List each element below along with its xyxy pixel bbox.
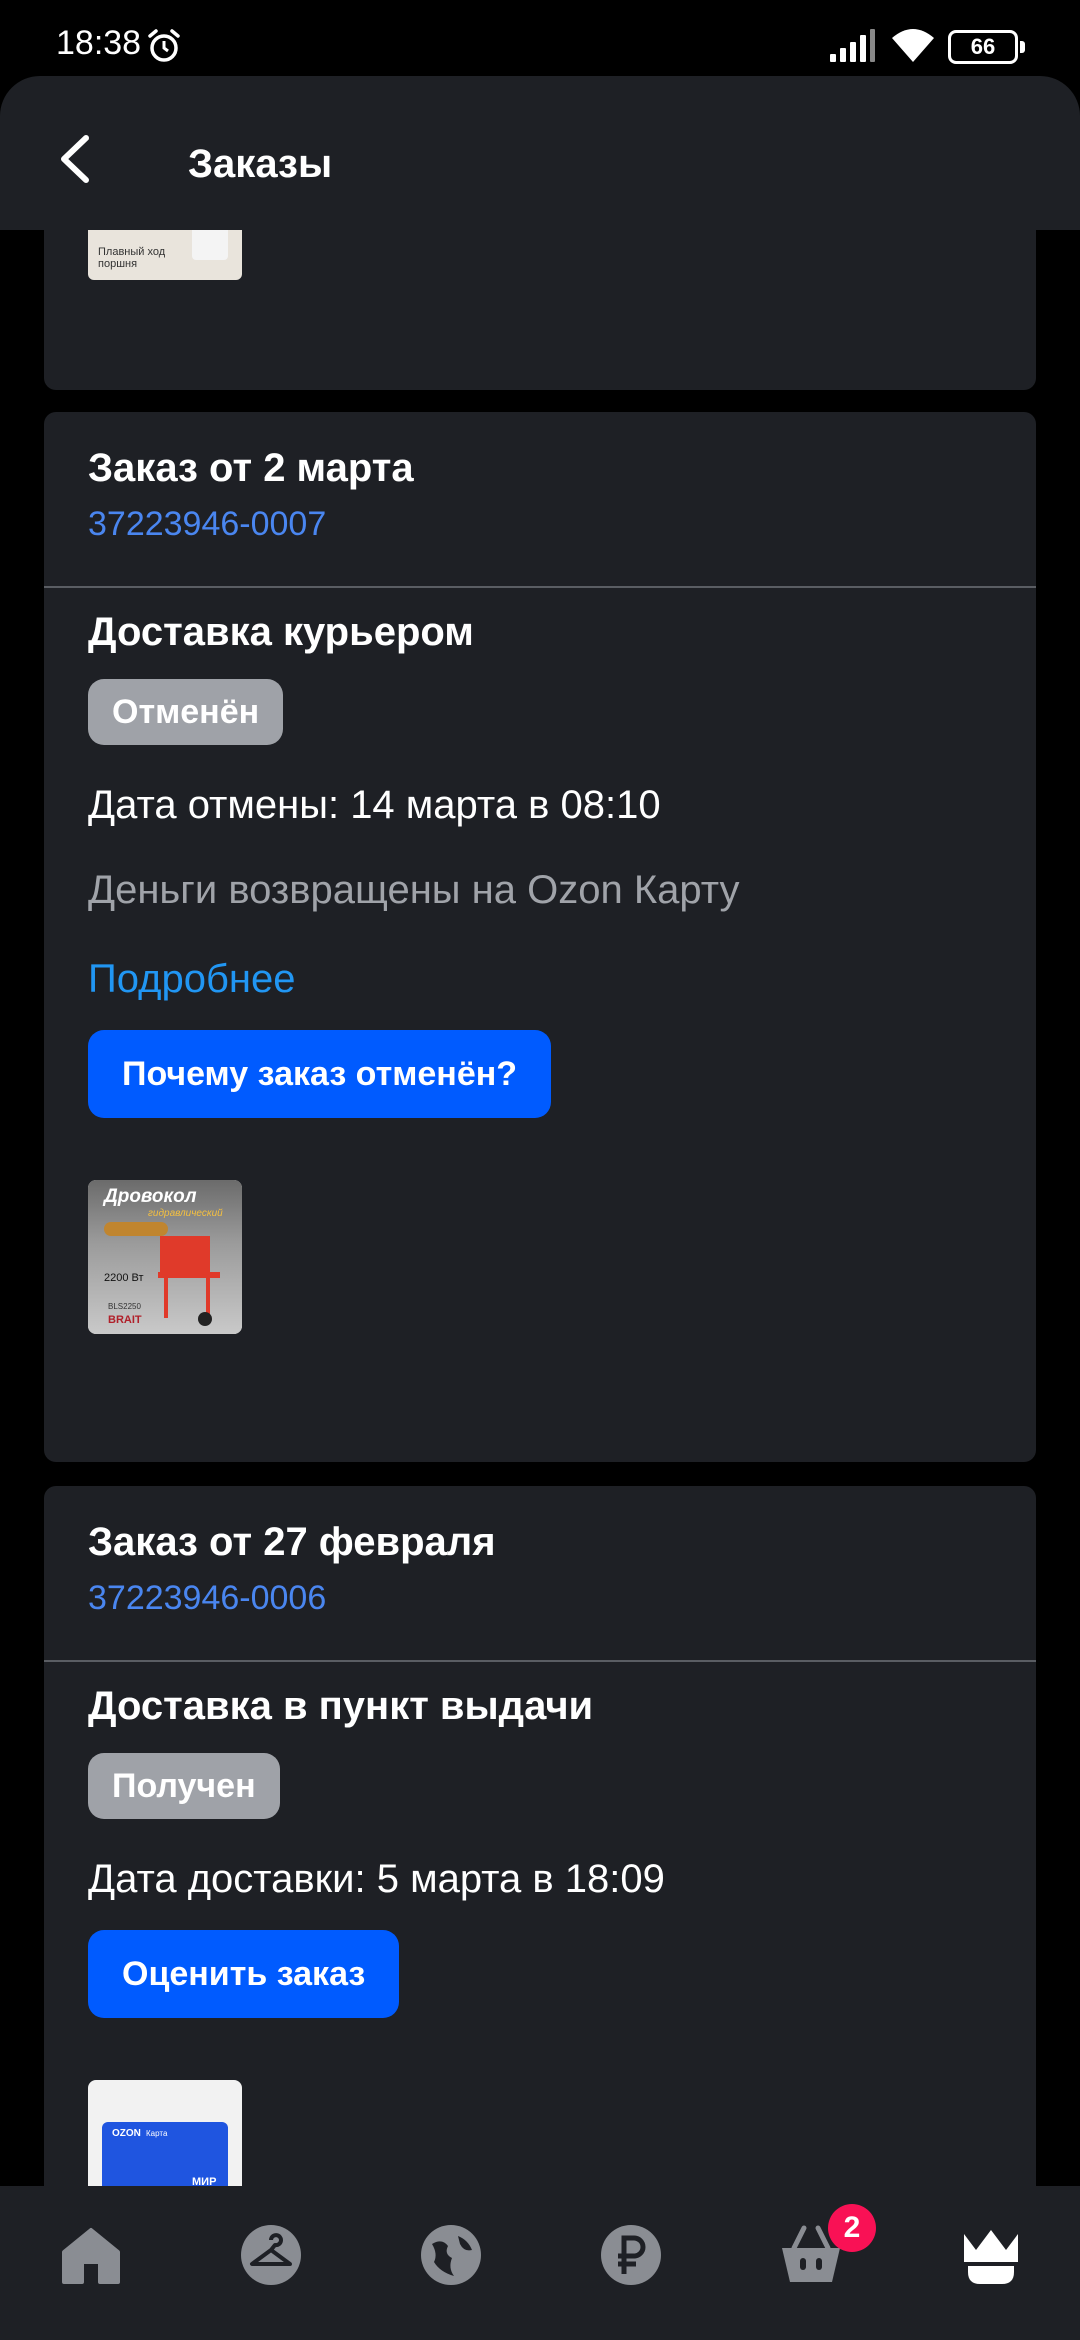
wifi-icon xyxy=(892,29,934,62)
thumb-label: Карта xyxy=(146,2129,168,2138)
refund-note: Деньги возвращены на Ozon Карту xyxy=(88,868,740,912)
order-card[interactable]: Заказ от 2 марта 37223946-0007 Доставка … xyxy=(44,412,1036,1462)
thumb-model: BLS2250 xyxy=(108,1302,141,1311)
why-cancelled-button[interactable]: Почему заказ отменён? xyxy=(88,1030,552,1118)
ruble-icon[interactable] xyxy=(598,2222,664,2288)
delivery-date: Дата доставки: 5 марта в 18:09 xyxy=(88,1857,665,1901)
bottom-navigation: 2 xyxy=(0,2186,1080,2340)
order-number[interactable]: 37223946-0006 xyxy=(88,1579,992,1618)
status-time: 18:38 xyxy=(56,24,142,62)
thumb-brand: OZON xyxy=(112,2128,141,2139)
delivery-type: Доставка в пункт выдачи xyxy=(88,1684,594,1728)
delivery-type: Доставка курьером xyxy=(88,610,474,654)
rate-order-button[interactable]: Оценить заказ xyxy=(88,1930,400,2018)
status-badge: Отменён xyxy=(88,679,284,745)
order-number[interactable]: 37223946-0007 xyxy=(88,505,992,544)
order-title: Заказ от 27 февраля xyxy=(88,1520,496,1564)
battery-icon: 66 xyxy=(948,30,1025,64)
thumb-system: МИР xyxy=(192,2176,217,2186)
alarm-icon xyxy=(148,29,180,62)
product-thumbnail[interactable]: OZON Карта МИР xyxy=(88,2080,242,2186)
product-thumbnail[interactable]: Плавный ход поршня xyxy=(88,230,242,280)
cart-badge: 2 xyxy=(828,2204,876,2252)
battery-level: 66 xyxy=(970,34,996,59)
app-header: Заказы xyxy=(0,76,1080,230)
thumb-brand: BRAIT xyxy=(108,1314,142,1326)
signal-icon xyxy=(830,29,875,62)
thumb-subtitle: гидравлический xyxy=(148,1208,223,1219)
status-badge: Получен xyxy=(88,1753,280,1819)
status-bar: 18:38 66 xyxy=(0,0,1080,78)
home-icon[interactable] xyxy=(58,2222,124,2288)
crown-icon[interactable] xyxy=(958,2222,1024,2288)
product-thumbnail[interactable]: Дровокол гидравлический 2200 Вт BLS2250 … xyxy=(88,1180,242,1334)
orders-list[interactable]: Плавный ход поршня Заказ от 2 марта 3722… xyxy=(0,230,1080,2186)
thumb-title: Дровокол xyxy=(104,1186,197,1207)
thumb-caption: Плавный ход поршня xyxy=(98,246,166,270)
order-card-partial[interactable]: Плавный ход поршня xyxy=(44,230,1036,390)
hanger-icon[interactable] xyxy=(238,2222,304,2288)
order-title: Заказ от 2 марта xyxy=(88,446,414,490)
order-card[interactable]: Заказ от 27 февраля 37223946-0006 Достав… xyxy=(44,1486,1036,2186)
cancel-date: Дата отмены: 14 марта в 08:10 xyxy=(88,783,661,827)
details-link[interactable]: Подробнее xyxy=(88,957,992,1002)
thumb-power: 2200 Вт xyxy=(104,1272,144,1284)
page-title: Заказы xyxy=(188,142,333,186)
globe-icon[interactable] xyxy=(418,2222,484,2288)
back-arrow-icon[interactable] xyxy=(56,134,96,184)
